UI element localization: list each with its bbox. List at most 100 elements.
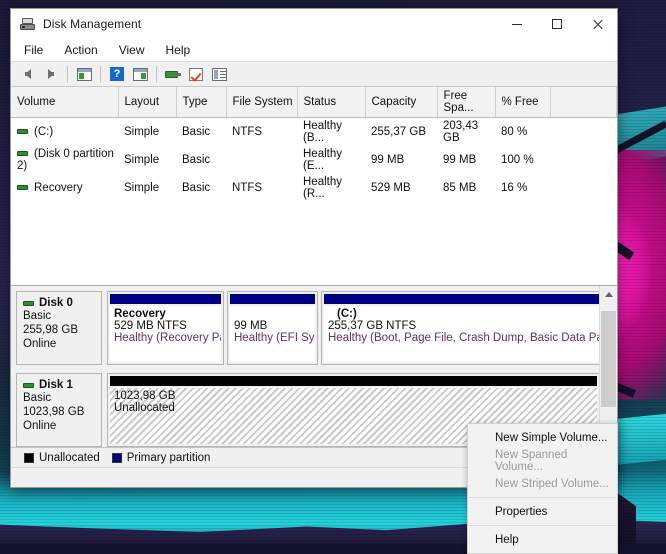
cell-blank bbox=[550, 146, 617, 174]
properties-icon bbox=[211, 67, 227, 81]
table-row[interactable]: (C:) Simple Basic NTFS Healthy (B... 255… bbox=[11, 118, 617, 147]
menu-help[interactable]: Help bbox=[164, 42, 193, 58]
cell-type: Basic bbox=[182, 154, 211, 166]
legend-swatch-primary bbox=[111, 452, 122, 463]
partition-color-bar bbox=[110, 294, 221, 304]
scroll-up-button[interactable] bbox=[600, 286, 617, 303]
close-icon bbox=[592, 19, 603, 30]
forward-icon bbox=[48, 69, 54, 79]
volume-label: Recovery bbox=[34, 182, 83, 194]
cell-free-space: 99 MB bbox=[443, 154, 477, 166]
menu-file[interactable]: File bbox=[22, 42, 45, 58]
scrollbar-thumb[interactable] bbox=[601, 311, 616, 407]
column-header-status[interactable]: Status bbox=[297, 87, 366, 118]
column-header-volume[interactable]: Volume bbox=[11, 87, 119, 118]
volume-table: Volume Layout Type File System Status Ca… bbox=[11, 87, 617, 202]
cell-percent-free: 16 % bbox=[501, 182, 528, 194]
menu-item-properties[interactable]: Properties bbox=[468, 500, 617, 523]
maximize-button[interactable] bbox=[537, 9, 577, 39]
cell-status: Healthy (R... bbox=[303, 176, 342, 200]
partition-label: Recovery bbox=[114, 308, 166, 320]
context-menu: New Simple Volume... New Spanned Volume.… bbox=[467, 423, 618, 554]
disk-info-0[interactable]: Disk 0 Basic 255,98 GB Online bbox=[16, 291, 102, 365]
volume-icon bbox=[17, 129, 28, 135]
disk-row-0: Disk 0 Basic 255,98 GB Online Recovery 5… bbox=[16, 291, 616, 365]
cell-volume: (Disk 0 partition 2) bbox=[11, 146, 118, 174]
toolbar: ? bbox=[11, 61, 617, 87]
cell-status: Healthy (B... bbox=[303, 120, 342, 144]
menu-view[interactable]: View bbox=[117, 42, 147, 58]
partition-body: 99 MB Healthy (EFI Syste bbox=[230, 306, 315, 362]
table-row[interactable]: (Disk 0 partition 2) Simple Basic Health… bbox=[11, 146, 617, 174]
menu-bar: File Action View Help bbox=[11, 39, 617, 61]
partition-status: Healthy (EFI Syste bbox=[234, 332, 315, 344]
menu-action[interactable]: Action bbox=[62, 42, 99, 58]
legend-label-unallocated: Unallocated bbox=[39, 451, 100, 464]
toolbar-separator-1 bbox=[67, 66, 68, 82]
disk-size-1: 1023,98 GB bbox=[23, 406, 85, 418]
disk-label: Disk 1 bbox=[39, 379, 73, 391]
column-header-blank[interactable] bbox=[550, 87, 617, 118]
menu-separator-1 bbox=[469, 497, 616, 498]
cell-status: Healthy (E... bbox=[303, 148, 342, 172]
partition-efi[interactable]: 99 MB Healthy (EFI Syste bbox=[227, 291, 318, 365]
cell-free-space: 85 MB bbox=[443, 182, 477, 194]
rescan-disks-button[interactable] bbox=[162, 64, 184, 84]
title-bar[interactable]: Disk Management bbox=[11, 9, 617, 39]
verify-button[interactable] bbox=[185, 64, 207, 84]
disk-icon bbox=[23, 382, 34, 388]
properties-button[interactable] bbox=[208, 64, 230, 84]
cell-capacity: 529 MB bbox=[371, 182, 411, 194]
maximize-icon bbox=[552, 19, 562, 29]
close-button[interactable] bbox=[577, 9, 617, 39]
disk-info-1[interactable]: Disk 1 Basic 1023,98 GB Online bbox=[16, 373, 102, 447]
disk-icon bbox=[23, 300, 34, 306]
disk-label: Disk 0 bbox=[39, 297, 73, 309]
back-button[interactable] bbox=[17, 64, 39, 84]
column-header-file-system[interactable]: File System bbox=[226, 87, 298, 118]
menu-separator-2 bbox=[469, 525, 616, 526]
column-header-capacity[interactable]: Capacity bbox=[365, 87, 438, 118]
show-console-tree-button[interactable] bbox=[73, 64, 95, 84]
back-icon bbox=[25, 69, 31, 79]
show-action-pane-icon bbox=[132, 67, 148, 81]
cell-layout: Simple bbox=[124, 182, 160, 194]
partition-size: 529 MB NTFS bbox=[114, 320, 187, 332]
menu-item-help[interactable]: Help bbox=[468, 528, 617, 551]
cell-type: Basic bbox=[182, 126, 211, 138]
chevron-up-icon bbox=[604, 292, 613, 297]
menu-item-new-striped-volume: New Striped Volume... bbox=[495, 477, 609, 490]
help-icon: ? bbox=[110, 67, 124, 81]
column-header-type[interactable]: Type bbox=[176, 87, 227, 118]
menu-item-new-simple-volume[interactable]: New Simple Volume... bbox=[468, 426, 617, 449]
volume-label: (Disk 0 partition 2) bbox=[17, 148, 114, 172]
minimize-button[interactable] bbox=[497, 9, 537, 39]
toolbar-separator-3 bbox=[156, 66, 157, 82]
help-button[interactable]: ? bbox=[106, 64, 128, 84]
scrollbar-track[interactable] bbox=[600, 303, 617, 430]
column-header-percent-free[interactable]: % Free bbox=[495, 87, 551, 118]
table-row[interactable]: Recovery Simple Basic NTFS Healthy (R...… bbox=[11, 174, 617, 202]
partition-body: Recovery 529 MB NTFS Healthy (Recovery P… bbox=[110, 306, 221, 362]
show-action-pane-button[interactable] bbox=[129, 64, 151, 84]
menu-item-new-spanned-volume: New Spanned Volume... bbox=[495, 448, 568, 473]
disk-size-0: 255,98 GB bbox=[23, 324, 78, 336]
cell-capacity: 99 MB bbox=[371, 154, 405, 166]
volume-icon bbox=[17, 151, 28, 157]
partition-recovery[interactable]: Recovery 529 MB NTFS Healthy (Recovery P… bbox=[107, 291, 224, 365]
rescan-disks-icon bbox=[165, 69, 181, 80]
window-controls bbox=[497, 9, 617, 39]
verify-icon bbox=[189, 67, 203, 81]
cell-free-space: 203,43 GB bbox=[443, 120, 479, 144]
cell-percent-free: 100 % bbox=[501, 154, 534, 166]
disk-management-window: Disk Management File Action View Help ? bbox=[10, 8, 618, 488]
cell-capacity: 255,37 GB bbox=[371, 126, 426, 138]
partition-c[interactable]: (C:) 255,37 GB NTFS Healthy (Boot, Page … bbox=[321, 291, 616, 365]
column-header-layout[interactable]: Layout bbox=[118, 87, 177, 118]
partition-label: (C:) bbox=[337, 308, 357, 320]
cell-layout: Simple bbox=[124, 126, 160, 138]
column-header-free-space[interactable]: Free Spa... bbox=[437, 87, 496, 118]
window-title: Disk Management bbox=[43, 17, 142, 31]
forward-button[interactable] bbox=[40, 64, 62, 84]
cell-file-system: NTFS bbox=[232, 182, 263, 194]
